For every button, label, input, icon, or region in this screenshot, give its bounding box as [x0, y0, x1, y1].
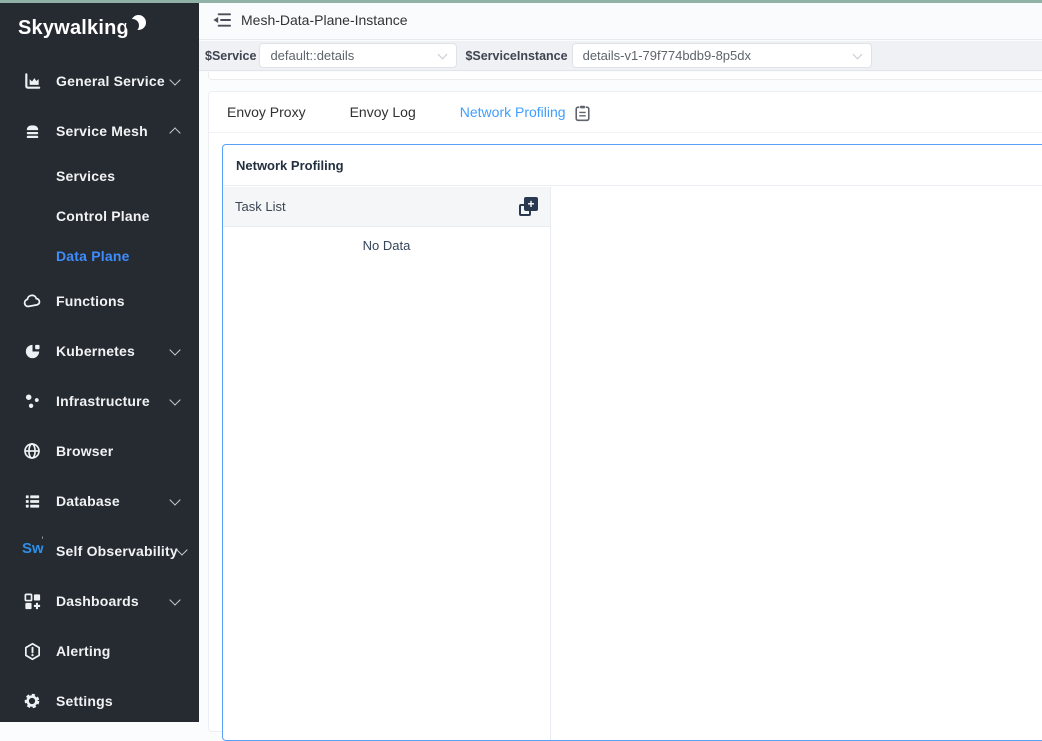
sidebar-item-label: Service Mesh — [56, 123, 171, 139]
sidebar-item-label: Database — [56, 493, 171, 509]
logo-text: Skywalking — [18, 17, 129, 40]
sidebar-nav: General Service Service Mesh Services Co… — [0, 56, 199, 722]
tab-bar: Envoy Proxy Envoy Log Network Profiling — [209, 92, 1042, 133]
sidebar-item-functions[interactable]: Functions — [0, 276, 199, 326]
sidebar-item-data-plane[interactable]: Data Plane — [0, 236, 199, 276]
sidebar-item-label: General Service — [56, 73, 171, 89]
layers-icon — [22, 121, 42, 141]
sidebar-item-database[interactable]: Database — [0, 476, 199, 526]
pie-chart-icon — [22, 341, 42, 361]
sidebar: Skywalking General Service Service Mesh … — [0, 0, 199, 722]
sidebar-item-label: Dashboards — [56, 593, 171, 609]
sidebar-item-dashboards[interactable]: Dashboards — [0, 576, 199, 626]
chevron-down-icon — [169, 594, 180, 605]
panel-body: Task List + No Data — [223, 187, 1042, 740]
add-task-icon[interactable]: + — [519, 197, 538, 216]
chevron-down-icon — [169, 344, 180, 355]
tab-network-profiling[interactable]: Network Profiling — [460, 104, 566, 120]
sidebar-item-label: Services — [56, 168, 179, 184]
page-title: Mesh-Data-Plane-Instance — [241, 12, 408, 28]
sidebar-item-label: Kubernetes — [56, 343, 171, 359]
sidebar-item-control-plane[interactable]: Control Plane — [0, 196, 199, 236]
panel-title: Network Profiling — [236, 158, 344, 173]
cloud-icon — [22, 291, 42, 311]
sidebar-item-browser[interactable]: Browser — [0, 426, 199, 476]
panel-header: Network Profiling — [223, 145, 1042, 186]
tab-envoy-log[interactable]: Envoy Log — [350, 104, 416, 120]
service-instance-select-value: details-v1-79f774bdb9-8p5dx — [583, 48, 751, 63]
chevron-down-icon — [852, 49, 862, 59]
area-chart-icon — [22, 71, 42, 91]
sidebar-item-infrastructure[interactable]: Infrastructure — [0, 376, 199, 426]
hexagon-alert-icon — [22, 641, 42, 661]
globe-icon — [22, 441, 42, 461]
service-select[interactable]: default::details — [259, 43, 457, 68]
scrolled-widget-bottom-edge — [208, 72, 1042, 80]
dashboard-content: Envoy Proxy Envoy Log Network Profiling … — [199, 72, 1042, 722]
no-data-message: No Data — [223, 227, 550, 253]
window-top-strip — [0, 0, 1042, 3]
variables-toolbar: $Service default::details $ServiceInstan… — [199, 41, 1042, 71]
menu-fold-icon[interactable] — [208, 7, 234, 33]
chevron-down-icon — [169, 494, 180, 505]
sidebar-item-label: Self Observability — [56, 543, 178, 559]
page-header: Mesh-Data-Plane-Instance — [199, 0, 1042, 40]
task-list-title: Task List — [235, 199, 286, 214]
sidebar-item-self-observability[interactable]: Sw Self Observability — [0, 526, 199, 576]
sidebar-item-kubernetes[interactable]: Kubernetes — [0, 326, 199, 376]
sidebar-item-services[interactable]: Services — [0, 156, 199, 196]
app-logo[interactable]: Skywalking — [0, 0, 199, 56]
service-select-value: default::details — [270, 48, 354, 63]
sidebar-item-alerting[interactable]: Alerting — [0, 626, 199, 676]
sidebar-item-label: Control Plane — [56, 208, 179, 224]
sidebar-item-label: Infrastructure — [56, 393, 171, 409]
service-instance-variable-label: $ServiceInstance — [465, 49, 567, 63]
task-detail-area — [551, 187, 1042, 740]
network-profiling-panel: Network Profiling Task List + No Data — [222, 144, 1042, 741]
chevron-up-icon — [169, 127, 180, 138]
sidebar-item-service-mesh[interactable]: Service Mesh — [0, 106, 199, 156]
sidebar-item-label: Alerting — [56, 643, 179, 659]
service-instance-select[interactable]: details-v1-79f774bdb9-8p5dx — [572, 43, 872, 68]
crescent-moon-icon — [131, 15, 146, 30]
sidebar-item-label: Settings — [56, 693, 179, 709]
grid-plus-icon — [22, 591, 42, 611]
clipboard-icon[interactable] — [575, 104, 590, 122]
skywalking-sw-icon: Sw — [22, 541, 42, 561]
main-area: Mesh-Data-Plane-Instance $Service defaul… — [199, 0, 1042, 722]
task-list-header: Task List + — [223, 187, 550, 227]
service-variable-label: $Service — [205, 49, 256, 63]
gear-icon — [22, 691, 42, 711]
sidebar-item-label: Data Plane — [56, 248, 179, 264]
task-list-column: Task List + No Data — [223, 187, 551, 740]
sidebar-item-settings[interactable]: Settings — [0, 676, 199, 722]
sidebar-item-general-service[interactable]: General Service — [0, 56, 199, 106]
tab-envoy-proxy[interactable]: Envoy Proxy — [227, 104, 306, 120]
dots-cluster-icon — [22, 391, 42, 411]
chevron-down-icon — [169, 74, 180, 85]
tabs-widget: Envoy Proxy Envoy Log Network Profiling … — [208, 91, 1042, 732]
server-list-icon — [22, 491, 42, 511]
chevron-down-icon — [169, 394, 180, 405]
chevron-down-icon — [438, 49, 448, 59]
sidebar-item-label: Functions — [56, 293, 179, 309]
sidebar-item-label: Browser — [56, 443, 179, 459]
